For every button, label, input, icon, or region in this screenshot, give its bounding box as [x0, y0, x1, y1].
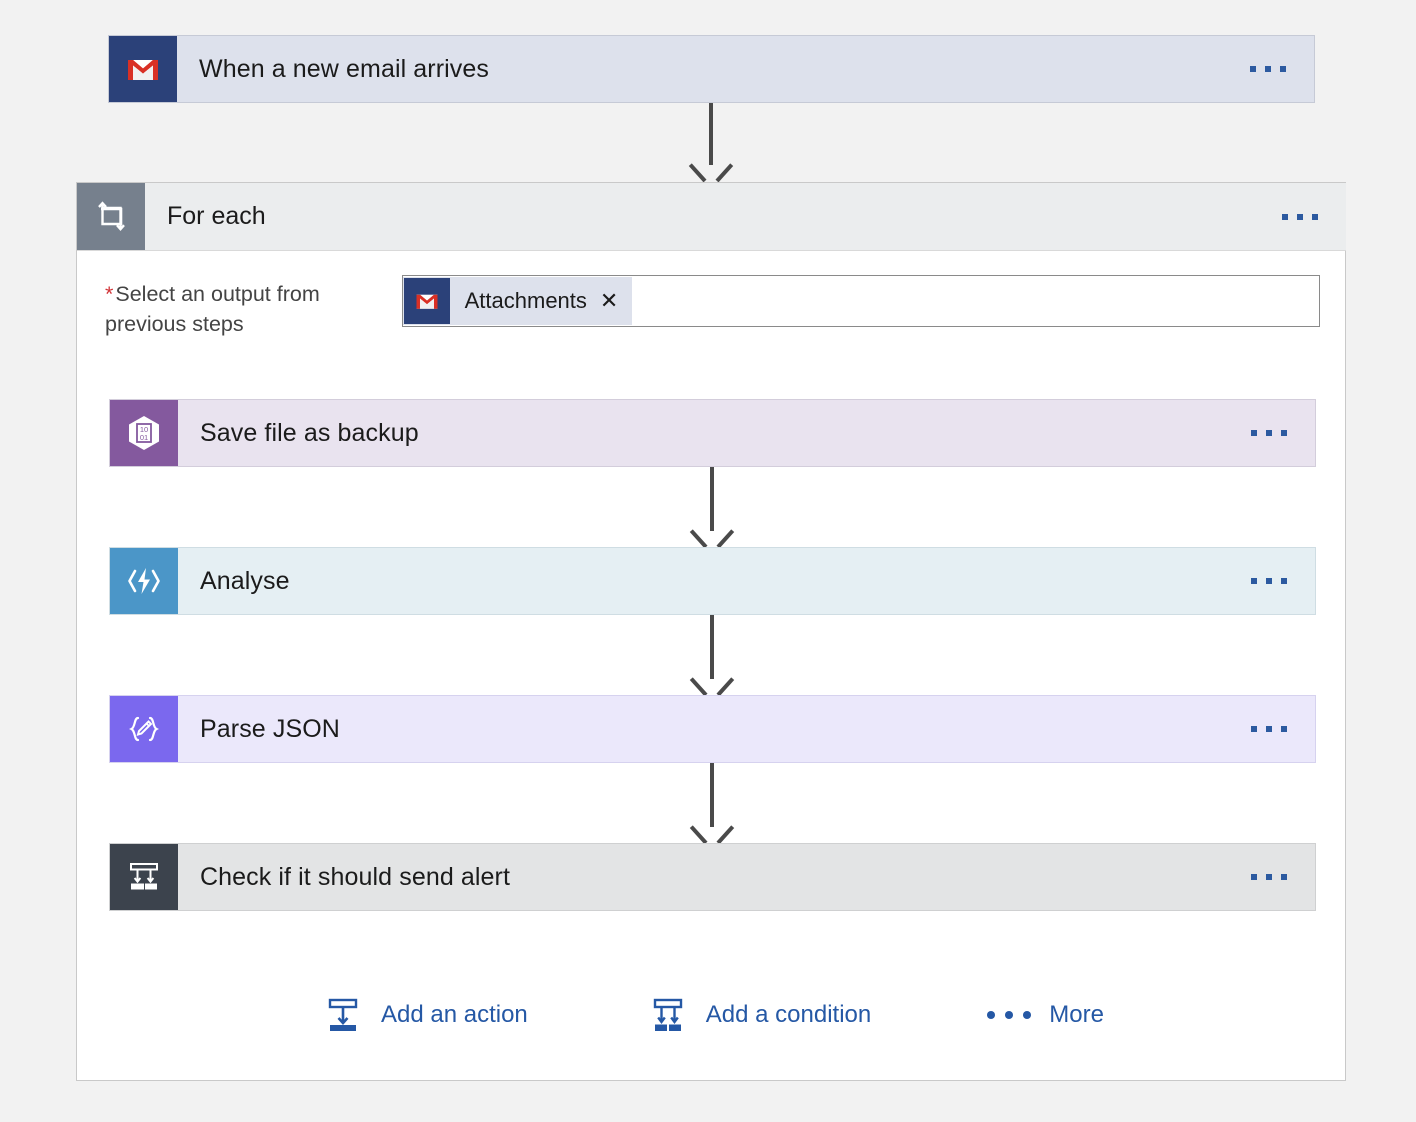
connector-arrow	[701, 467, 723, 547]
connector-arrow	[701, 615, 723, 695]
logic-app-designer-canvas: When a new email arrives	[0, 0, 1416, 1122]
more-dots-icon	[987, 1011, 1031, 1019]
action-card-analyse[interactable]: Analyse	[109, 547, 1316, 615]
more-dot	[987, 1011, 995, 1019]
add-an-action-label: Add an action	[365, 1001, 528, 1029]
ellipsis-dot	[1266, 430, 1272, 436]
trigger-title: When a new email arrives	[177, 36, 1250, 102]
token-chip-attachments[interactable]: Attachments ✕	[403, 277, 633, 325]
ellipsis-dot	[1281, 874, 1287, 880]
required-asterisk: *	[105, 282, 113, 306]
action-card-check-if-it-should-send-alert[interactable]: Check if it should send alert	[109, 843, 1316, 911]
ellipsis-dot	[1266, 578, 1272, 584]
ellipsis-dot	[1251, 874, 1257, 880]
foreach-header[interactable]: For each	[77, 183, 1346, 251]
ellipsis-dot	[1265, 66, 1271, 72]
field-label-text: Select an output from previous steps	[105, 282, 320, 336]
ellipsis-dot	[1282, 214, 1288, 220]
loop-icon	[77, 183, 145, 250]
ellipsis-dot	[1250, 66, 1256, 72]
data-operations-icon	[110, 696, 178, 762]
action-card-parse-json[interactable]: Parse JSON	[109, 695, 1316, 763]
add-action-icon	[321, 993, 365, 1037]
ellipsis-dot	[1266, 726, 1272, 732]
azure-function-icon	[110, 548, 178, 614]
add-a-condition-label: Add a condition	[690, 1001, 871, 1029]
action-more-options-button[interactable]	[1251, 548, 1315, 614]
foreach-output-field-label: *Select an output from previous steps	[105, 275, 370, 339]
gmail-icon	[109, 36, 177, 102]
ellipsis-dot	[1251, 430, 1257, 436]
foreach-scope: For each *Select an output from previous…	[76, 182, 1346, 1081]
foreach-footer-actions: Add an action Add a condition	[321, 993, 1104, 1037]
action-title: Save file as backup	[178, 400, 1251, 466]
action-title: Check if it should send alert	[178, 844, 1251, 910]
ellipsis-dot	[1251, 726, 1257, 732]
connector-arrow	[700, 103, 722, 181]
condition-icon	[110, 844, 178, 910]
trigger-card-when-a-new-email-arrives[interactable]: When a new email arrives	[108, 35, 1315, 103]
more-button[interactable]: More	[987, 1001, 1104, 1029]
connector-arrow	[701, 763, 723, 843]
ellipsis-dot	[1312, 214, 1318, 220]
foreach-output-input[interactable]: Attachments ✕	[402, 275, 1320, 327]
azure-blob-storage-icon: 10 01	[110, 400, 178, 466]
close-icon[interactable]: ✕	[600, 290, 618, 312]
token-chip-label: Attachments	[450, 288, 600, 314]
add-condition-icon	[646, 993, 690, 1037]
ellipsis-dot	[1281, 578, 1287, 584]
foreach-more-options-button[interactable]	[1282, 183, 1346, 250]
action-more-options-button[interactable]	[1251, 844, 1315, 910]
ellipsis-dot	[1280, 66, 1286, 72]
ellipsis-dot	[1266, 874, 1272, 880]
add-a-condition-button[interactable]: Add a condition	[646, 993, 871, 1037]
action-card-save-file-as-backup[interactable]: 10 01 Save file as backup	[109, 399, 1316, 467]
foreach-output-field-row: *Select an output from previous steps At…	[105, 275, 1320, 339]
more-dot	[1023, 1011, 1031, 1019]
svg-text:01: 01	[140, 433, 148, 442]
ellipsis-dot	[1251, 578, 1257, 584]
action-title: Parse JSON	[178, 696, 1251, 762]
ellipsis-dot	[1281, 726, 1287, 732]
ellipsis-dot	[1297, 214, 1303, 220]
ellipsis-dot	[1281, 430, 1287, 436]
trigger-more-options-button[interactable]	[1250, 36, 1314, 102]
action-more-options-button[interactable]	[1251, 696, 1315, 762]
action-title: Analyse	[178, 548, 1251, 614]
foreach-title: For each	[145, 183, 1282, 250]
add-an-action-button[interactable]: Add an action	[321, 993, 528, 1037]
more-dot	[1005, 1011, 1013, 1019]
gmail-icon	[404, 278, 450, 324]
more-label: More	[1033, 1001, 1104, 1029]
action-more-options-button[interactable]	[1251, 400, 1315, 466]
